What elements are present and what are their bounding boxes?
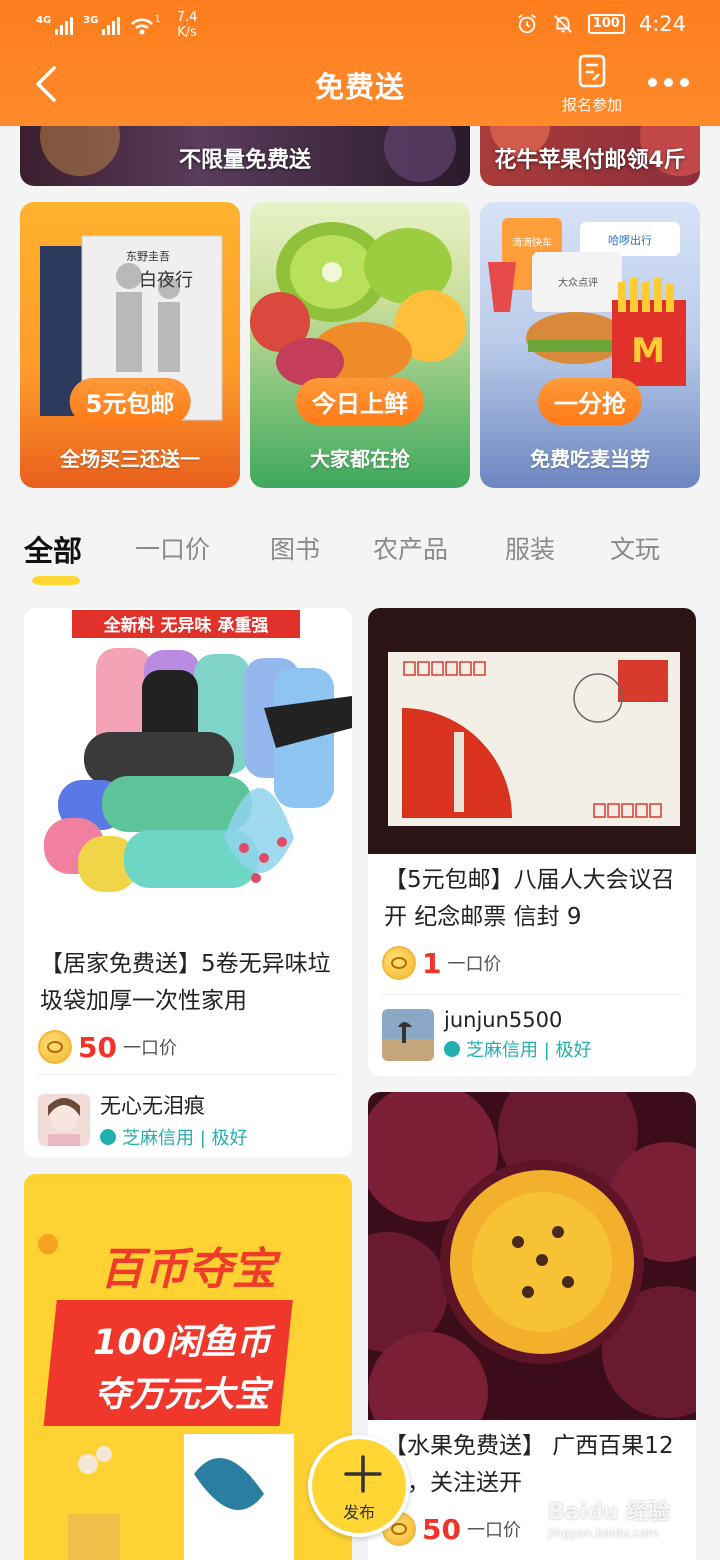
tab-farm-products[interactable]: 农产品 xyxy=(373,530,448,566)
xianyu-coin-icon xyxy=(38,1030,72,1064)
publish-label: 发布 xyxy=(342,1503,375,1522)
signup-button[interactable]: 报名参加 xyxy=(552,54,632,115)
speed-value: 7.4 xyxy=(176,10,198,25)
publish-button[interactable]: 发布 xyxy=(308,1435,410,1537)
promo-pill: 5元包邮 xyxy=(69,378,191,425)
price-row: 50 一口价 xyxy=(38,1030,177,1064)
watermark-brand: Baidu 经验 xyxy=(548,1500,671,1525)
envelope-image xyxy=(368,608,696,854)
feed-card-coin-lottery[interactable]: 百币夺宝 100闲鱼币 夺万元大宝 xyxy=(24,1174,352,1560)
avatar xyxy=(382,1009,434,1061)
banner-label: 不限量免费送 xyxy=(178,148,311,173)
credit-text: 芝麻信用 | 极好 xyxy=(122,1128,248,1149)
banner-apple[interactable]: 花牛苹果付邮领4斤 xyxy=(480,126,700,186)
alarm-icon xyxy=(517,14,536,34)
feed-card-garbage-bags[interactable]: 全新料 无异味 承重强 【居家免费送】5卷无异味垃圾袋加厚一次性家用 50 一口… xyxy=(24,608,352,1158)
signup-label: 报名参加 xyxy=(561,96,622,114)
sesame-credit-icon xyxy=(100,1129,116,1145)
seller-name: 无心无泪痕 xyxy=(100,1094,205,1118)
promo-pill: 一分抢 xyxy=(538,378,642,425)
feed-card-passion-fruit[interactable]: 【水果免费送】 广西百果12个，关注送开 50 一口价 xyxy=(368,1092,696,1560)
seller-row[interactable]: junjun5500 芝麻信用 | 极好 xyxy=(382,1008,592,1062)
clock: 4:24 xyxy=(638,12,686,36)
divider xyxy=(382,994,682,995)
tab-all[interactable]: 全部 xyxy=(24,528,82,570)
network-label: 3G xyxy=(83,15,99,26)
plus-icon xyxy=(344,1455,382,1493)
promo-card-food[interactable]: M 滴滴快车 哈啰出行 大众点评 一分抢 免费吃麦当劳 xyxy=(480,202,700,488)
promo-subtitle: 大家都在抢 xyxy=(310,447,410,471)
active-tab-indicator xyxy=(32,576,80,585)
sesame-credit-icon xyxy=(444,1041,460,1057)
price-unit: 一口价 xyxy=(122,1038,177,1059)
tab-collectibles[interactable]: 文玩 xyxy=(610,530,660,566)
seller-row[interactable]: 无心无泪痕 芝麻信用 | 极好 xyxy=(38,1090,248,1150)
brand-label: 大众点评 xyxy=(558,276,598,289)
divider xyxy=(38,1074,338,1075)
brand-label: 滴滴快车 xyxy=(512,236,552,249)
book-title: 白夜行 xyxy=(139,270,193,291)
credit-badge: 芝麻信用 | 极好 xyxy=(100,1124,248,1150)
wifi-icon: 1 xyxy=(130,14,161,36)
seller-name: junjun5500 xyxy=(444,1008,563,1032)
app-header: 4G 3G 1 7.4 K/s 100 4:24 免费送 报名参加 xyxy=(0,0,720,126)
avatar xyxy=(38,1094,90,1146)
item-price: 50 xyxy=(422,1512,461,1546)
signup-form-icon xyxy=(578,54,606,88)
more-menu-button[interactable] xyxy=(648,72,698,92)
network-label: 4G xyxy=(36,15,52,26)
garbage-bags-image: 全新料 无异味 承重强 xyxy=(24,608,352,938)
coin-lottery-art: 百币夺宝 100闲鱼币 夺万元大宝 xyxy=(24,1174,352,1560)
battery-icon: 100 xyxy=(587,14,625,34)
battery-level: 100 xyxy=(592,16,620,31)
promo-card-fresh[interactable]: 今日上鲜 大家都在抢 xyxy=(250,202,470,488)
promo-card-books[interactable]: 东野圭吾 白夜行 5元包邮 全场买三还送一 xyxy=(20,202,240,488)
xianyu-coin-icon xyxy=(382,946,416,980)
watermark-url: jingyan.baidu.com xyxy=(548,1526,659,1540)
promo-subtitle: 全场买三还送一 xyxy=(60,447,200,471)
credit-badge: 芝麻信用 | 极好 xyxy=(444,1036,592,1062)
credit-text: 芝麻信用 | 极好 xyxy=(466,1040,592,1061)
item-title: 【5元包邮】八届人大会议召开 纪念邮票 信封 9 xyxy=(384,867,675,930)
promo-line-2: 100闲鱼币 xyxy=(93,1323,276,1363)
item-price: 50 xyxy=(78,1030,117,1064)
category-tabs: 全部 一口价 图书 农产品 服装 文玩 xyxy=(0,530,720,590)
tab-clothing[interactable]: 服装 xyxy=(505,530,555,566)
banner-label: 花牛苹果付邮领4斤 xyxy=(494,148,686,173)
tab-fixed-price[interactable]: 一口价 xyxy=(135,530,210,566)
wifi-badge: 1 xyxy=(154,14,161,25)
status-bar: 4G 3G 1 7.4 K/s 100 4:24 xyxy=(0,0,720,50)
price-row: 1 一口价 xyxy=(382,946,501,980)
speed-unit: K/s xyxy=(177,25,197,40)
item-price: 1 xyxy=(422,946,442,980)
price-unit: 一口价 xyxy=(447,954,502,975)
promo-pill: 今日上鲜 xyxy=(296,378,424,425)
price-unit: 一口价 xyxy=(466,1520,521,1541)
cell-signal-icon: 3G xyxy=(83,15,121,35)
brand-label: 哈啰出行 xyxy=(608,233,652,247)
tab-books[interactable]: 图书 xyxy=(270,530,320,566)
item-title: 【居家免费送】5卷无异味垃圾袋加厚一次性家用 xyxy=(40,951,331,1014)
passion-fruit-image xyxy=(368,1092,696,1420)
cell-signal-icon: 4G xyxy=(36,15,74,35)
baidu-watermark: Baidu 经验 jingyan.baidu.com xyxy=(548,1494,698,1540)
mute-bell-icon xyxy=(553,15,572,33)
image-banner-text: 全新料 无异味 承重强 xyxy=(103,615,269,636)
promo-line-3: 夺万元大宝 xyxy=(94,1375,274,1415)
promo-line-1: 百币夺宝 xyxy=(100,1244,282,1295)
banner-unlimited-free[interactable]: 不限量免费送 xyxy=(20,126,470,186)
item-title: 【水果免费送】 广西百果12个，关注送开 xyxy=(384,1433,674,1496)
network-speed: 7.4 K/s xyxy=(177,10,198,40)
svg-text:M: M xyxy=(631,331,665,371)
feed-card-stamp-envelope[interactable]: 【5元包邮】八届人大会议召开 纪念邮票 信封 9 1 一口价 junjun550… xyxy=(368,608,696,1076)
promo-subtitle: 免费吃麦当劳 xyxy=(530,447,650,471)
book-author: 东野圭吾 xyxy=(126,250,170,263)
